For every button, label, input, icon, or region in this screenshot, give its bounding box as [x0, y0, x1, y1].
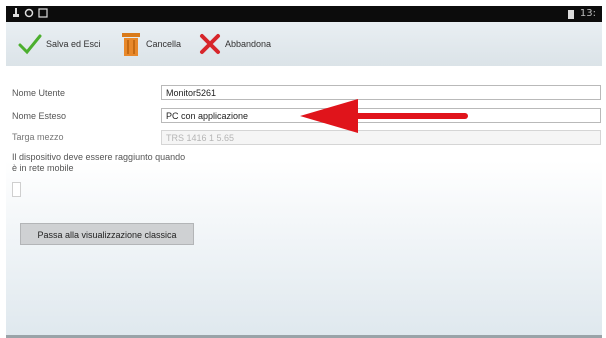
screenshot-frame: 13: Salva ed Esci Cancella Abbandona Nom… — [0, 0, 606, 338]
user-name-label: Nome Utente — [12, 88, 66, 98]
trash-icon — [122, 33, 140, 56]
abandon-label: Abbandona — [225, 39, 272, 49]
close-icon — [200, 34, 220, 54]
refresh-icon — [24, 8, 34, 18]
save-and-exit-button[interactable]: Salva ed Esci — [18, 30, 101, 58]
status-bar: 13: — [6, 6, 602, 22]
usb-icon — [13, 8, 19, 17]
delete-button[interactable]: Cancella — [120, 30, 181, 58]
classic-view-button[interactable]: Passa alla visualizzazione classica — [20, 223, 194, 245]
red-arrow-annotation — [300, 99, 468, 133]
status-time: 13: — [579, 8, 596, 19]
checkmark-icon — [18, 34, 42, 55]
status-right: 13: — [567, 8, 596, 19]
abandon-button[interactable]: Abbandona — [199, 30, 271, 58]
delete-label: Cancella — [146, 39, 182, 49]
save-and-exit-label: Salva ed Esci — [46, 39, 101, 49]
image-icon — [38, 8, 48, 18]
device-note: Il dispositivo deve essere raggiunto qua… — [12, 152, 186, 173]
status-left-icons — [12, 8, 48, 18]
action-toolbar: Salva ed Esci Cancella Abbandona — [6, 22, 602, 67]
plate-label: Targa mezzo — [12, 132, 64, 142]
extended-name-label: Nome Esteso — [12, 111, 67, 121]
mobile-network-checkbox[interactable] — [12, 182, 21, 197]
battery-icon — [567, 9, 574, 19]
